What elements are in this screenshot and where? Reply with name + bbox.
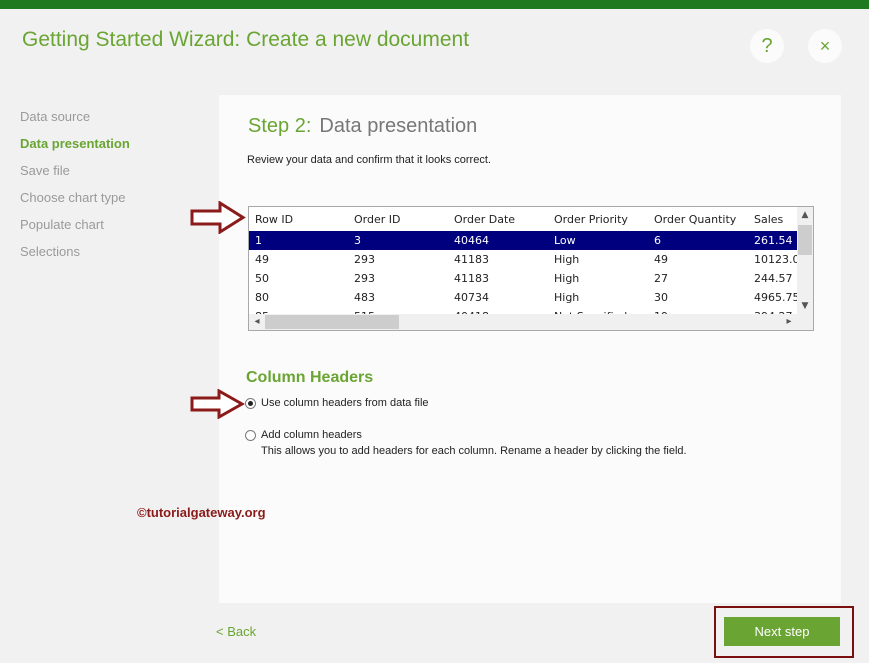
nav-item-selections[interactable]: Selections: [20, 243, 130, 270]
table-cell: 41183: [454, 253, 489, 266]
step-title: Step 2: Data presentation: [248, 115, 477, 138]
table-cell: 293: [354, 253, 375, 266]
help-icon: ?: [761, 35, 773, 57]
table-cell: High: [554, 253, 580, 266]
back-button[interactable]: < Back: [216, 624, 256, 639]
table-cell: 41183: [454, 272, 489, 285]
top-accent-bar: [0, 0, 869, 9]
data-preview-grid[interactable]: Row ID Order ID Order Date Order Priorit…: [248, 206, 814, 331]
add-headers-option[interactable]: Add column headers: [245, 429, 362, 441]
next-step-button[interactable]: Next step: [724, 617, 840, 646]
table-cell: 49: [654, 253, 668, 266]
use-headers-label: Use column headers from data file: [261, 397, 429, 409]
table-cell: 483: [354, 291, 375, 304]
step-name: Data presentation: [319, 115, 478, 137]
table-cell: 49: [255, 253, 269, 266]
instruction-text: Review your data and confirm that it loo…: [247, 154, 491, 166]
nav-item-data-source[interactable]: Data source: [20, 108, 130, 135]
annotation-arrow-icon: [190, 389, 245, 419]
vertical-scroll-thumb[interactable]: [798, 225, 812, 255]
table-cell: High: [554, 291, 580, 304]
grid-header-row: Row ID Order ID Order Date Order Priorit…: [249, 210, 797, 229]
table-cell: High: [554, 272, 580, 285]
column-header[interactable]: Sales: [754, 210, 798, 229]
table-cell: 40734: [454, 291, 489, 304]
column-headers-title: Column Headers: [246, 369, 374, 386]
column-header[interactable]: Order Priority: [554, 210, 650, 229]
table-cell: Low: [554, 234, 576, 247]
content-panel: [219, 95, 841, 603]
radio-checked-icon[interactable]: [245, 397, 256, 409]
use-headers-option[interactable]: Use column headers from data file: [245, 397, 429, 409]
table-cell: 261.54: [754, 234, 793, 247]
column-header[interactable]: Row ID: [255, 210, 351, 229]
horizontal-scroll-thumb[interactable]: [265, 315, 399, 329]
table-row[interactable]: 1 3 40464 Low 6 261.54: [249, 231, 797, 250]
scroll-left-icon[interactable]: ◂: [249, 314, 265, 330]
table-row[interactable]: 49 293 41183 High 49 10123.02: [249, 250, 798, 269]
table-cell: 6: [654, 234, 661, 247]
nav-item-populate-chart[interactable]: Populate chart: [20, 216, 130, 243]
annotation-arrow-icon: [190, 201, 246, 234]
table-cell: 10123.02: [754, 253, 798, 266]
scroll-corner: [797, 314, 813, 330]
nav-item-choose-chart-type[interactable]: Choose chart type: [20, 189, 130, 216]
table-row[interactable]: 80 483 40734 High 30 4965.759: [249, 288, 798, 307]
close-button[interactable]: ×: [808, 29, 842, 63]
add-headers-label: Add column headers: [261, 429, 362, 441]
table-cell: 50: [255, 272, 269, 285]
table-cell: 3: [354, 234, 361, 247]
vertical-scrollbar[interactable]: ▲ ▼: [797, 207, 813, 314]
help-button[interactable]: ?: [750, 29, 784, 63]
column-header[interactable]: Order Date: [454, 210, 550, 229]
scroll-right-icon[interactable]: ▸: [781, 314, 797, 330]
table-row[interactable]: 50 293 41183 High 27 244.57: [249, 269, 797, 288]
scroll-down-icon[interactable]: ▼: [797, 298, 813, 314]
column-header[interactable]: Order ID: [354, 210, 450, 229]
table-cell: 1: [255, 234, 262, 247]
table-cell: 244.57: [754, 272, 793, 285]
nav-item-data-presentation[interactable]: Data presentation: [20, 135, 130, 162]
horizontal-scrollbar[interactable]: ◂ ▸: [249, 314, 797, 330]
watermark: ©tutorialgateway.org: [137, 505, 266, 520]
scroll-up-icon[interactable]: ▲: [797, 207, 813, 223]
close-icon: ×: [819, 36, 831, 56]
column-header[interactable]: Order Quantity: [654, 210, 750, 229]
wizard-title: Getting Started Wizard: Create a new doc…: [22, 28, 470, 51]
nav-item-save-file[interactable]: Save file: [20, 162, 130, 189]
table-cell: 293: [354, 272, 375, 285]
radio-unchecked-icon[interactable]: [245, 429, 256, 441]
wizard-steps-nav: Data source Data presentation Save file …: [20, 108, 130, 270]
table-cell: 4965.759: [754, 291, 798, 304]
table-cell: 27: [654, 272, 668, 285]
step-number: Step 2:: [248, 115, 312, 137]
table-cell: 80: [255, 291, 269, 304]
table-cell: 40464: [454, 234, 489, 247]
table-cell: 30: [654, 291, 668, 304]
add-headers-description: This allows you to add headers for each …: [261, 445, 687, 457]
